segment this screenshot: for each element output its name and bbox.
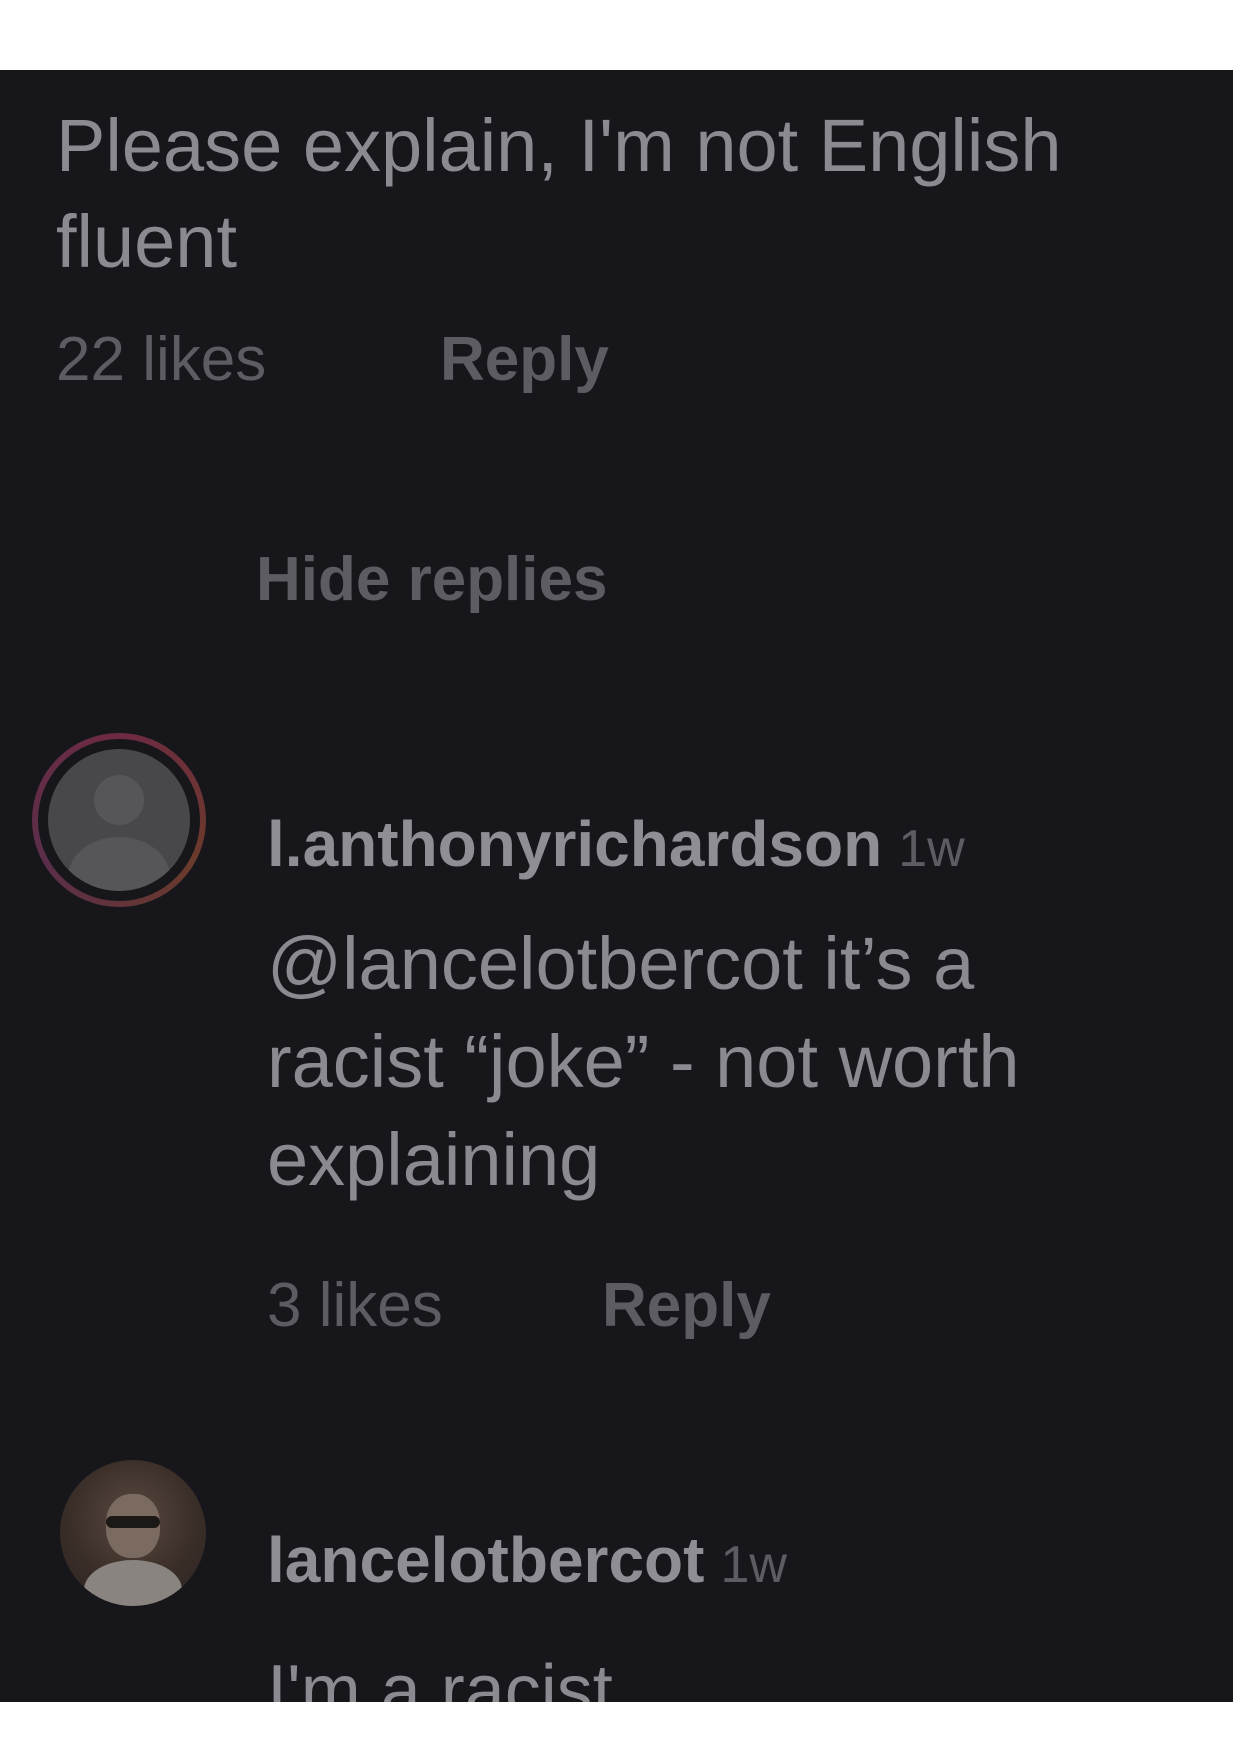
avatar-photo-shirt bbox=[84, 1560, 182, 1606]
reply-username-row: l.anthonyrichardson 1w bbox=[267, 806, 965, 887]
avatar-shoulders-shape bbox=[68, 837, 170, 891]
top-margin bbox=[0, 0, 1233, 70]
comment-likes[interactable]: 22 likes bbox=[56, 324, 266, 396]
reply-likes[interactable]: 3 likes bbox=[267, 1270, 443, 1342]
avatar-head-shape bbox=[94, 775, 144, 825]
profile-photo-avatar[interactable] bbox=[60, 1460, 206, 1606]
bottom-margin bbox=[0, 1702, 1233, 1764]
reply-username[interactable]: l.anthonyrichardson bbox=[267, 808, 882, 880]
reply-reply-button[interactable]: Reply bbox=[602, 1270, 771, 1342]
comment-text-line-2: fluent bbox=[56, 200, 238, 283]
reply-text-line-1: @lancelotbercot it’s a bbox=[267, 922, 975, 1005]
reply2-username[interactable]: lancelotbercot bbox=[267, 1524, 704, 1596]
story-ring-avatar-icon[interactable] bbox=[32, 733, 206, 907]
default-avatar-icon bbox=[48, 749, 190, 891]
hide-replies-button[interactable]: Hide replies bbox=[256, 544, 607, 616]
reply2-text-clip: I'm a racist bbox=[267, 1645, 613, 1702]
reply2-username-row: lancelotbercot 1w bbox=[267, 1522, 787, 1603]
reply-text-line-2: racist “joke” - not worth bbox=[267, 1020, 1020, 1103]
reply2-time: 1w bbox=[720, 1536, 787, 1594]
reply2-text-line-1: I'm a racist bbox=[267, 1651, 613, 1702]
comment-reply-button[interactable]: Reply bbox=[440, 324, 609, 396]
reply-time: 1w bbox=[898, 820, 965, 878]
reply-text-line-3: explaining bbox=[267, 1118, 601, 1201]
avatar-photo-glasses bbox=[106, 1516, 160, 1528]
comment-text-line-1: Please explain, I'm not English bbox=[56, 104, 1062, 187]
